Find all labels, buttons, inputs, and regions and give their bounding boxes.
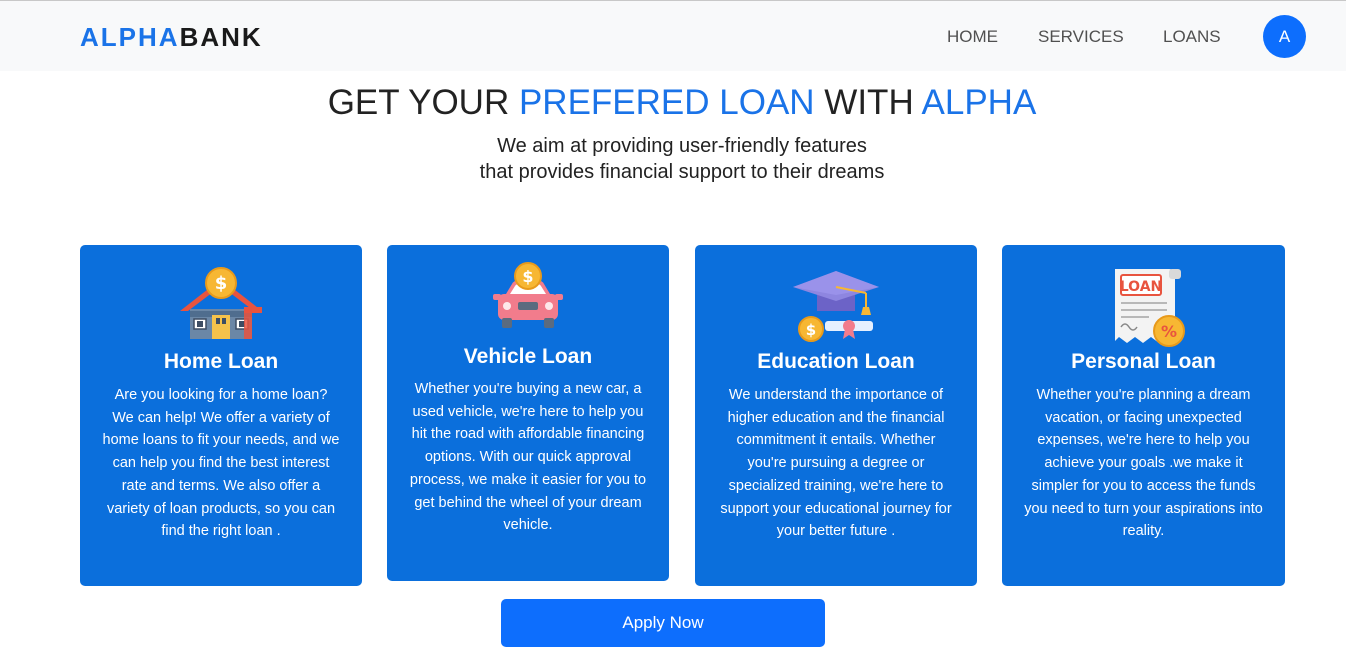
title-part-4: ALPHA: [921, 83, 1037, 122]
svg-text:$: $: [806, 321, 816, 339]
page-subtitle: We aim at providing user-friendly featur…: [0, 133, 1346, 185]
car-dollar-icon: $: [490, 262, 566, 338]
loan-card-vehicle[interactable]: $ Vehicle Loan Whether you're buying a n…: [387, 245, 669, 581]
svg-text:$: $: [215, 273, 228, 294]
svg-text:LOAN: LOAN: [1119, 279, 1162, 295]
loan-card-personal[interactable]: LOAN % Personal Loan Whether you're plan…: [1002, 245, 1285, 586]
subtitle-line-1: We aim at providing user-friendly featur…: [497, 135, 867, 157]
svg-text:%: %: [1160, 322, 1176, 341]
card-title: Vehicle Loan: [463, 345, 593, 368]
nav-link-services[interactable]: SERVICES: [1038, 27, 1124, 47]
nav-link-loans[interactable]: LOANS: [1163, 27, 1221, 47]
title-part-3: WITH: [814, 83, 922, 122]
card-title: Personal Loan: [1071, 350, 1216, 373]
loan-card-home[interactable]: $ Home Loan Are you looking for a home l…: [80, 245, 362, 586]
subtitle-line-2: that provides financial support to their…: [479, 161, 885, 183]
apply-now-button[interactable]: Apply Now: [501, 599, 825, 647]
card-description: We understand the importance of higher e…: [720, 387, 952, 540]
title-part-1: GET YOUR: [327, 83, 519, 122]
title-part-2: PREFERED LOAN: [518, 83, 815, 122]
graduation-cap-icon: $: [791, 267, 881, 343]
svg-text:$: $: [522, 267, 533, 286]
card-description: Whether you're buying a new car, a used …: [409, 381, 647, 534]
card-description: Whether you're planning a dream vacation…: [1024, 387, 1263, 540]
card-title: Home Loan: [163, 350, 279, 373]
user-avatar[interactable]: A: [1263, 15, 1306, 58]
brand-part-alpha: ALPHA: [80, 22, 180, 52]
card-title: Education Loan: [757, 350, 915, 373]
brand-part-bank: BANK: [179, 22, 263, 52]
navbar: ALPHABANK HOME SERVICES LOANS A: [0, 1, 1346, 71]
house-dollar-icon: $: [176, 267, 266, 343]
nav-link-home[interactable]: HOME: [947, 27, 998, 47]
card-description: Are you looking for a home loan? We can …: [102, 387, 340, 540]
page-title: GET YOUR PREFERED LOAN WITH ALPHA: [0, 83, 1346, 123]
brand-logo[interactable]: ALPHABANK: [80, 22, 263, 53]
loan-document-icon: LOAN %: [1099, 263, 1189, 349]
loan-card-education[interactable]: $ Education Loan We understand the impor…: [695, 245, 977, 586]
